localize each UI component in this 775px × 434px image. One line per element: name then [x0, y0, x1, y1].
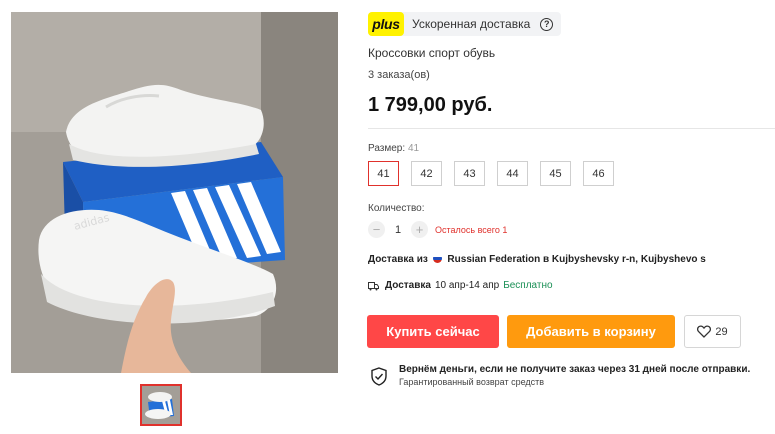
size-option-46[interactable]: 46 [583, 161, 614, 186]
guarantee-sub-text: Гарантированный возврат средств [399, 377, 545, 387]
russia-flag-icon [432, 254, 442, 263]
shield-check-icon [371, 367, 387, 386]
money-back-guarantee: Вернём деньги, если не получите заказ че… [371, 364, 750, 387]
shipping-label: Доставка [385, 280, 431, 291]
truck-icon [368, 281, 379, 290]
size-selected-value: 41 [407, 143, 420, 154]
plus-delivery-badge[interactable]: plus Ускоренная доставка ? [368, 12, 561, 36]
heart-icon [697, 325, 712, 338]
quantity-label: Количество: [368, 203, 425, 214]
quantity-decrease-button[interactable]: − [368, 221, 385, 238]
orders-count: 3 заказа(ов) [368, 69, 430, 81]
plus-logo: plus [368, 12, 404, 36]
size-option-41[interactable]: 41 [368, 161, 399, 186]
shipping-dates: 10 апр-14 апр [434, 280, 500, 291]
delivery-from-prefix: Доставка из [368, 254, 428, 265]
wishlist-button[interactable]: 29 [684, 315, 741, 348]
quantity-stepper: − 1 + Осталось всего 1 [368, 221, 507, 238]
quantity-value[interactable]: 1 [385, 224, 411, 236]
size-options: 41 42 43 44 45 46 [368, 161, 626, 186]
divider [368, 128, 775, 129]
product-price: 1 799,00 руб. [368, 94, 493, 116]
guarantee-main-text: Вернём деньги, если не получите заказ че… [399, 364, 751, 375]
size-label-text: Размер: [368, 143, 406, 154]
stock-remaining-note: Осталось всего 1 [435, 224, 508, 235]
question-circle-icon[interactable]: ? [540, 17, 554, 31]
wishlist-count: 29 [715, 325, 728, 338]
size-label: Размер: 41 [368, 143, 419, 154]
shipping-info[interactable]: Доставка 10 апр-14 апр Бесплатно [368, 280, 553, 291]
product-thumbnail[interactable] [140, 384, 182, 426]
product-title: Кроссовки спорт обувь [368, 46, 496, 60]
delivery-from[interactable]: Доставка из Russian Federation в Kujbysh… [368, 254, 706, 265]
product-main-image[interactable]: adidas [11, 12, 338, 373]
size-option-45[interactable]: 45 [540, 161, 571, 186]
size-option-44[interactable]: 44 [497, 161, 528, 186]
shipping-price: Бесплатно [503, 280, 553, 291]
buy-now-button[interactable]: Купить сейчас [367, 315, 499, 348]
plus-delivery-label: Ускоренная доставка [412, 17, 531, 31]
size-option-43[interactable]: 43 [454, 161, 485, 186]
quantity-increase-button[interactable]: + [411, 221, 428, 238]
add-to-cart-button[interactable]: Добавить в корзину [507, 315, 675, 348]
delivery-from-location: Russian Federation в Kujbyshevsky r-n, K… [447, 254, 706, 265]
size-option-42[interactable]: 42 [411, 161, 442, 186]
